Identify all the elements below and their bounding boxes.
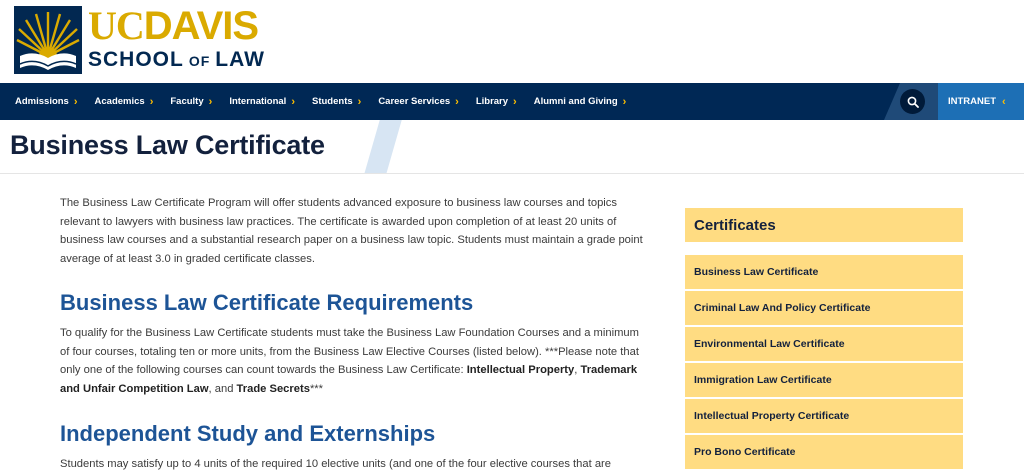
search-button[interactable] [900, 89, 925, 114]
sidebar-item-business-law[interactable]: Business Law Certificate [685, 255, 963, 289]
requirements-paragraph: To qualify for the Business Law Certific… [60, 324, 650, 399]
nav-item-label: Academics [94, 96, 145, 107]
chevron-right-icon: › [208, 95, 213, 108]
sidebar-item-pro-bono[interactable]: Pro Bono Certificate [685, 435, 963, 469]
certificates-sidebar: Certificates Business Law Certificate Cr… [685, 208, 963, 471]
sidebar-item-intellectual-property[interactable]: Intellectual Property Certificate [685, 399, 963, 433]
separator: , and [208, 382, 237, 395]
page-title: Business Law Certificate [10, 130, 325, 160]
chevron-right-icon: › [73, 95, 78, 108]
requirements-end: *** [309, 382, 323, 395]
nav-item-label: Faculty [170, 96, 204, 107]
nav-slant-divider [884, 83, 900, 120]
nav-item-admissions[interactable]: Admissions › [15, 96, 78, 108]
heading-requirements: Business Law Certificate Requirements [60, 289, 474, 315]
sunburst-seal-icon [14, 6, 82, 74]
sidebar-heading: Certificates [685, 208, 963, 242]
chevron-right-icon: › [513, 95, 517, 108]
search-icon [907, 96, 919, 108]
chevron-left-icon: ‹ [1002, 95, 1006, 108]
intranet-label: INTRANET [948, 96, 997, 107]
nav-utility: INTRANET ‹ [884, 83, 1024, 120]
wordmark-law: LAW [215, 48, 265, 71]
main-content: The Business Law Certificate Program wil… [60, 194, 650, 473]
page-title-band: Business Law Certificate [0, 120, 1024, 174]
chevron-right-icon: › [357, 95, 362, 108]
nav-item-library[interactable]: Library › [476, 96, 517, 108]
ucdavis-law-logo[interactable]: UC DAVIS SCHOOL OF LAW [14, 6, 265, 74]
nav-item-international[interactable]: International › [229, 96, 295, 108]
independent-study-paragraph: Students may satisfy up to 4 units of th… [60, 457, 611, 470]
course-trade-secrets: Trade Secrets [236, 382, 310, 395]
sidebar-item-environmental-law[interactable]: Environmental Law Certificate [685, 327, 963, 361]
course-intellectual-property: Intellectual Property [466, 364, 575, 377]
chevron-right-icon: › [455, 95, 459, 108]
wordmark-davis: DAVIS [143, 4, 259, 48]
heading-independent-study: Independent Study and Externships [60, 420, 436, 446]
wordmark-school: SCHOOL [88, 48, 184, 71]
nav-item-academics[interactable]: Academics › [95, 96, 154, 108]
sidebar-item-immigration-law[interactable]: Immigration Law Certificate [685, 363, 963, 397]
nav-item-label: Students [312, 96, 353, 107]
chevron-right-icon: › [291, 95, 295, 108]
certificates-list: Business Law Certificate Criminal Law An… [685, 255, 963, 469]
intranet-link[interactable]: INTRANET ‹ [938, 83, 1024, 120]
chevron-right-icon: › [149, 95, 154, 108]
nav-item-faculty[interactable]: Faculty › [170, 96, 212, 108]
wordmark-of: OF [188, 53, 211, 69]
nav-item-label: Library [475, 96, 509, 107]
wordmark-uc: UC [88, 3, 145, 48]
chevron-right-icon: › [622, 95, 627, 108]
nav-item-label: International [229, 96, 287, 107]
sidebar-item-criminal-law[interactable]: Criminal Law And Policy Certificate [685, 291, 963, 325]
wordmark: UC DAVIS SCHOOL OF LAW [88, 6, 265, 72]
nav-item-label: Alumni and Giving [533, 96, 618, 107]
site-header: UC DAVIS SCHOOL OF LAW [0, 0, 1024, 83]
primary-nav: Admissions › Academics › Faculty › Internat… [0, 83, 1024, 120]
nav-item-label: Admissions [15, 96, 69, 107]
nav-item-career-services[interactable]: Career Services › [378, 96, 459, 108]
intro-paragraph: The Business Law Certificate Program wil… [60, 197, 643, 266]
title-decoration [364, 120, 402, 174]
nav-item-alumni-and-giving[interactable]: Alumni and Giving › [534, 96, 627, 108]
divider [0, 173, 1024, 174]
nav-item-label: Career Services [378, 96, 451, 107]
nav-item-students[interactable]: Students › [312, 96, 361, 108]
